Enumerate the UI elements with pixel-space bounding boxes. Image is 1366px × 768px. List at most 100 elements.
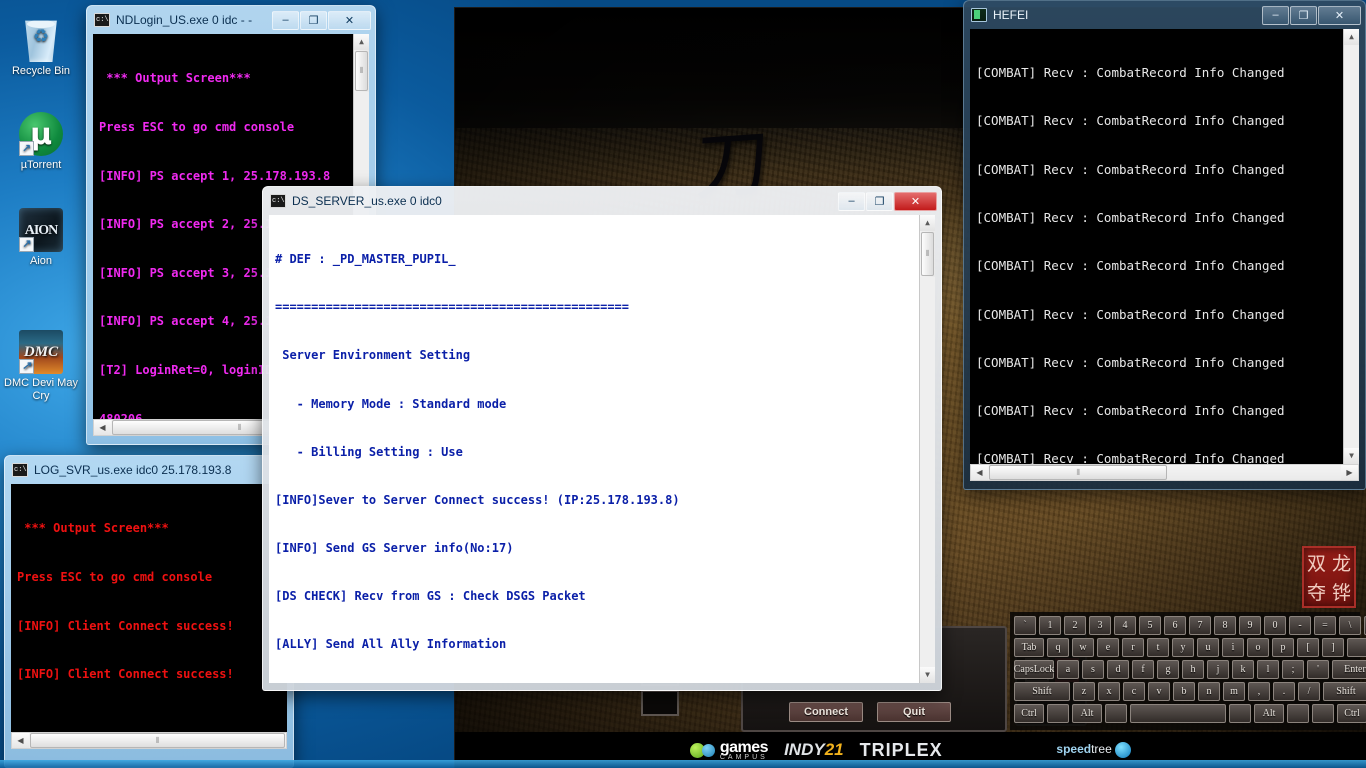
key-tab[interactable]: Tab — [1014, 638, 1044, 657]
dsserver-titlebar[interactable]: c:\ DS_SERVER_us.exe 0 idc0 – ❐ ✕ — [263, 187, 941, 215]
key-semicolon[interactable]: ; — [1282, 660, 1304, 679]
hefei-horizontal-scrollbar[interactable]: ◀ ⦀ ▶ — [970, 464, 1359, 481]
key-a[interactable]: a — [1057, 660, 1079, 679]
key-5[interactable]: 5 — [1139, 616, 1161, 635]
key-7[interactable]: 7 — [1189, 616, 1211, 635]
scroll-up-arrow-icon[interactable]: ▲ — [1343, 29, 1359, 45]
hefei-titlebar[interactable]: HEFEI – ❐ ✕ — [964, 1, 1365, 29]
key-m[interactable]: m — [1223, 682, 1245, 701]
logsvr-console-output[interactable]: *** Output Screen*** Press ESC to go cmd… — [11, 484, 287, 732]
key-l[interactable]: l — [1257, 660, 1279, 679]
key-3[interactable]: 3 — [1089, 616, 1111, 635]
maximize-button[interactable]: ❐ — [1290, 5, 1317, 25]
key-i[interactable]: i — [1222, 638, 1244, 657]
key-minus[interactable]: - — [1289, 616, 1311, 635]
key-row2-blank[interactable] — [1347, 638, 1366, 657]
key-x[interactable]: x — [1098, 682, 1120, 701]
scroll-left-arrow-icon[interactable]: ◀ — [94, 420, 111, 435]
ndlogin-titlebar[interactable]: c:\ NDLogin_US.exe 0 idc - - – ❐ ✕ — [87, 6, 375, 34]
key-s[interactable]: s — [1082, 660, 1104, 679]
dsserver-console-output[interactable]: # DEF : _PD_MASTER_PUPIL_ ==============… — [269, 215, 935, 683]
desktop-icon-aion[interactable]: AION ↗ Aion — [2, 208, 80, 268]
key-6[interactable]: 6 — [1164, 616, 1186, 635]
key-win-left[interactable] — [1047, 704, 1069, 723]
key-v[interactable]: v — [1148, 682, 1170, 701]
window-logsvr[interactable]: c:\ LOG_SVR_us.exe idc0 25.178.193.8 ***… — [4, 455, 294, 768]
key-bracket-left[interactable]: [ — [1297, 638, 1319, 657]
scroll-left-arrow-icon[interactable]: ◀ — [12, 733, 29, 748]
minimize-button[interactable]: – — [1262, 5, 1289, 25]
key-capslock[interactable]: CapsLock — [1014, 660, 1054, 679]
quit-button[interactable]: Quit — [877, 702, 951, 722]
scroll-right-arrow-icon[interactable]: ▶ — [1341, 465, 1358, 480]
key-menu[interactable] — [1287, 704, 1309, 723]
key-t[interactable]: t — [1147, 638, 1169, 657]
key-w[interactable]: w — [1072, 638, 1094, 657]
close-button[interactable]: ✕ — [1318, 5, 1361, 25]
hefei-console-output[interactable]: [COMBAT] Recv : CombatRecord Info Change… — [970, 29, 1359, 464]
key-period[interactable]: . — [1273, 682, 1295, 701]
key-space[interactable] — [1130, 704, 1226, 723]
scroll-thumb[interactable]: ⦀ — [355, 51, 368, 91]
scroll-thumb-h[interactable]: ⦀ — [30, 733, 285, 748]
key-backslash[interactable]: \ — [1339, 616, 1361, 635]
virtual-keyboard[interactable]: ` 1 2 3 4 5 6 7 8 9 0 - = \ ← Tab q w e — [1010, 612, 1366, 730]
connect-button[interactable]: Connect — [789, 702, 863, 722]
scroll-up-arrow-icon[interactable]: ▲ — [353, 34, 369, 50]
key-1[interactable]: 1 — [1039, 616, 1061, 635]
key-g[interactable]: g — [1157, 660, 1179, 679]
hefei-vertical-scrollbar[interactable]: ▲ ▼ — [1343, 29, 1359, 464]
key-apostrophe[interactable]: ' — [1307, 660, 1329, 679]
maximize-button[interactable]: ❐ — [300, 10, 327, 30]
key-4[interactable]: 4 — [1114, 616, 1136, 635]
key-blank-a[interactable] — [1105, 704, 1127, 723]
scroll-thumb-h[interactable]: ⦀ — [989, 465, 1168, 480]
key-o[interactable]: o — [1247, 638, 1269, 657]
close-button[interactable]: ✕ — [328, 10, 371, 30]
key-r[interactable]: r — [1122, 638, 1144, 657]
key-c[interactable]: c — [1123, 682, 1145, 701]
key-k[interactable]: k — [1232, 660, 1254, 679]
key-bracket-right[interactable]: ] — [1322, 638, 1344, 657]
key-shift-left[interactable]: Shift — [1014, 682, 1070, 701]
key-2[interactable]: 2 — [1064, 616, 1086, 635]
scroll-thumb[interactable]: ⦀ — [921, 232, 934, 276]
key-8[interactable]: 8 — [1214, 616, 1236, 635]
key-0[interactable]: 0 — [1264, 616, 1286, 635]
desktop-icon-recycle-bin[interactable]: Recycle Bin — [2, 18, 80, 78]
window-dsserver[interactable]: c:\ DS_SERVER_us.exe 0 idc0 – ❐ ✕ # DEF … — [262, 186, 942, 691]
taskbar[interactable] — [0, 760, 1366, 768]
dsserver-vertical-scrollbar[interactable]: ▲ ⦀ ▼ — [919, 215, 935, 683]
minimize-button[interactable]: – — [838, 191, 865, 211]
key-f[interactable]: f — [1132, 660, 1154, 679]
key-d[interactable]: d — [1107, 660, 1129, 679]
key-ctrl-right[interactable]: Ctrl — [1337, 704, 1366, 723]
key-alt-right[interactable]: Alt — [1254, 704, 1284, 723]
key-n[interactable]: n — [1198, 682, 1220, 701]
key-9[interactable]: 9 — [1239, 616, 1261, 635]
scroll-track[interactable] — [1343, 45, 1359, 448]
logsvr-titlebar[interactable]: c:\ LOG_SVR_us.exe idc0 25.178.193.8 — [5, 456, 293, 484]
key-e[interactable]: e — [1097, 638, 1119, 657]
scroll-down-arrow-icon[interactable]: ▼ — [1343, 448, 1359, 464]
scroll-left-arrow-icon[interactable]: ◀ — [971, 465, 988, 480]
key-b[interactable]: b — [1173, 682, 1195, 701]
key-h[interactable]: h — [1182, 660, 1204, 679]
key-blank-b[interactable] — [1229, 704, 1251, 723]
key-j[interactable]: j — [1207, 660, 1229, 679]
desktop-icon-utorrent[interactable]: µ ↗ µTorrent — [2, 112, 80, 172]
key-slash[interactable]: / — [1298, 682, 1320, 701]
key-enter[interactable]: Enter — [1332, 660, 1366, 679]
maximize-button[interactable]: ❐ — [866, 191, 893, 211]
scroll-up-arrow-icon[interactable]: ▲ — [919, 215, 935, 231]
key-comma[interactable]: , — [1248, 682, 1270, 701]
desktop-icon-dmc[interactable]: DMC ↗ DMC Devi May Cry — [2, 330, 80, 403]
key-y[interactable]: y — [1172, 638, 1194, 657]
minimize-button[interactable]: – — [272, 10, 299, 30]
close-button[interactable]: ✕ — [894, 191, 937, 211]
server-slot-2[interactable] — [641, 690, 679, 716]
key-q[interactable]: q — [1047, 638, 1069, 657]
key-u[interactable]: u — [1197, 638, 1219, 657]
logsvr-horizontal-scrollbar[interactable]: ◀ ⦀ — [11, 732, 287, 749]
key-z[interactable]: z — [1073, 682, 1095, 701]
